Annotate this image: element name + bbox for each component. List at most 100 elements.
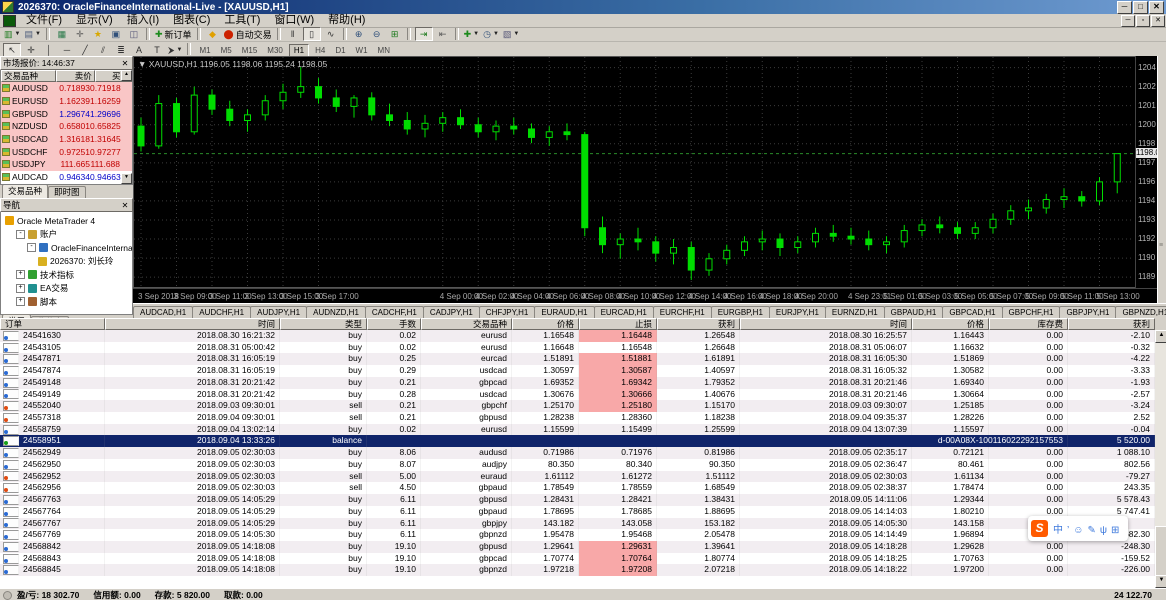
time-axis[interactable]: 3 Sep 2018 3 Sep 09:00 3 Sep 11:00 3 Sep 13… [133, 288, 1157, 304]
history-row[interactable]: 24567767 2018.09.05 14:05:29 buy 6.11 gbpjpy… [0, 517, 1155, 530]
history-row[interactable]: 24567769 2018.09.05 14:05:30 buy 6.11 gbpnzd… [0, 529, 1155, 541]
scroll-up-icon[interactable]: ▲ [121, 70, 132, 81]
terminal-col-11[interactable]: 获利 [1068, 318, 1155, 330]
cursor-tool[interactable]: ↖ [3, 42, 21, 57]
autotrading-button[interactable]: ⬤ 自动交易 [223, 28, 273, 40]
auto-scroll-toggle[interactable]: ⇥ [414, 27, 433, 41]
history-row[interactable]: 24562950 2018.09.05 02:30:03 buy 8.07 audjpy… [0, 458, 1155, 471]
profiles-button[interactable]: ▤ ▼ [23, 28, 41, 40]
terminal-col-5[interactable]: 价格 [512, 318, 579, 330]
timeframe-H1[interactable]: H1 [288, 43, 310, 57]
history-row[interactable]: 24562952 2018.09.05 02:30:03 sell 5.00 eurau… [0, 470, 1155, 483]
tree-expander-icon[interactable]: + [16, 297, 25, 307]
scroll-down-icon[interactable]: ▼ [121, 173, 132, 184]
menu-文件(F)[interactable]: 文件(F) [19, 14, 69, 26]
terminal-col-6[interactable]: 止损 [579, 318, 657, 330]
line-chart-button[interactable]: ∿ [323, 28, 339, 40]
terminal-col-0[interactable]: 订单 [0, 318, 105, 330]
balance-row-selected[interactable]: 24558951 2018.09.04 13:33:26 balance d-00A0… [0, 435, 1155, 448]
history-row[interactable]: 24549149 2018.08.31 20:21:42 buy 0.28 usdcad… [0, 388, 1155, 401]
menu-窗口(W)[interactable]: 窗口(W) [267, 14, 321, 26]
history-row[interactable]: 24547871 2018.08.31 16:05:19 buy 0.25 eurcad… [0, 353, 1155, 366]
market-watch-row-GBPUSD[interactable]: GBPUSD 1.29674 1.29696 [1, 107, 132, 121]
sogou-ime-toolbar[interactable]: S 中 ’ ☺ ✎ ψ ⊞ [1028, 516, 1128, 541]
history-row[interactable]: 24549148 2018.08.31 20:21:42 buy 0.21 gbpcad… [0, 376, 1155, 389]
chart-area[interactable]: ▼ XAUUSD,H1 1196.05 1198.06 1195.24 1198… [133, 56, 1135, 288]
market-watch-row-USDJPY[interactable]: USDJPY 111.665 111.688 [1, 158, 132, 171]
new-chart-button[interactable]: ▥ ▼ [3, 28, 21, 40]
sogou-icon-1[interactable]: ’ [1067, 525, 1069, 536]
nav-item[interactable]: + 技术指标 [1, 268, 132, 282]
terminal-scrollbar[interactable]: ▲ ▼ [1155, 330, 1166, 588]
sogou-icon-5[interactable]: ⊞ [1111, 525, 1119, 536]
timeframe-W1[interactable]: W1 [352, 45, 372, 56]
maximize-button[interactable]: □ [1133, 0, 1148, 14]
bars-chart-button[interactable]: ‖ [285, 28, 301, 40]
close-button[interactable]: ✕ [1149, 0, 1164, 14]
nav-item[interactable]: + EA交易 [1, 282, 132, 296]
vertical-line-tool[interactable]: │ [41, 44, 57, 56]
mdi-minimize-button[interactable]: ─ [1121, 14, 1135, 27]
menu-显示(V)[interactable]: 显示(V) [69, 14, 120, 26]
nav-item[interactable]: + 脚本 [1, 295, 132, 309]
sogou-logo-icon[interactable]: S [1031, 520, 1048, 537]
timeframe-M30[interactable]: M30 [263, 45, 287, 56]
history-row[interactable]: 24567763 2018.09.05 14:05:29 buy 6.11 gbpusd… [0, 494, 1155, 506]
history-row[interactable]: 24558759 2018.09.04 13:02:14 buy 0.02 eurusd… [0, 423, 1155, 436]
menu-帮助(H)[interactable]: 帮助(H) [321, 14, 372, 26]
sogou-icon-0[interactable]: 中 [1053, 525, 1063, 536]
templates-button[interactable]: ▧ ▼ [502, 28, 520, 40]
tile-windows-button[interactable]: ⊞ [387, 28, 403, 40]
menu-工具(T)[interactable]: 工具(T) [217, 14, 267, 26]
market-watch-scrollbar[interactable]: ▲ ▼ [121, 70, 132, 184]
strategy-tester-toggle[interactable]: ◫ [126, 28, 142, 40]
market-watch-row-EURUSD[interactable]: EURUSD 1.16239 1.16259 [1, 94, 132, 108]
timeframe-MN[interactable]: MN [374, 45, 394, 56]
zoom-out-button[interactable]: ⊖ [369, 28, 385, 40]
mql5-icon[interactable]: ◆ [205, 28, 221, 40]
terminal-col-7[interactable]: 获利 [657, 318, 740, 330]
terminal-col-4[interactable]: 交易品种 [421, 318, 512, 330]
sogou-icon-2[interactable]: ☺ [1073, 525, 1083, 536]
tree-expander-icon[interactable]: + [16, 270, 25, 280]
tab-symbols[interactable]: 交易品种 [2, 184, 49, 198]
market-watch-row-AUDCAD[interactable]: AUDCAD 0.94634 0.94663 [1, 170, 132, 184]
minimize-button[interactable]: ─ [1117, 0, 1132, 14]
navigator-toggle[interactable]: ★ [90, 28, 106, 40]
scroll-down-icon[interactable]: ▼ [1155, 575, 1166, 588]
nav-item[interactable]: Oracle MetaTrader 4 [1, 214, 132, 228]
timeframe-M1[interactable]: M1 [195, 45, 214, 56]
scroll-up-icon[interactable]: ▲ [1155, 330, 1166, 343]
chart-shift-toggle[interactable]: ⇤ [435, 28, 451, 40]
terminal-col-10[interactable]: 库存费 [989, 318, 1068, 330]
crosshair-tool[interactable]: ✛ [23, 44, 39, 56]
terminal-col-3[interactable]: 手数 [367, 318, 421, 330]
mdi-restore-button[interactable]: ▫ [1136, 14, 1150, 27]
timeframe-H4[interactable]: H4 [311, 45, 329, 56]
periods-button[interactable]: ◷ ▼ [482, 28, 500, 40]
candlestick-chart[interactable] [134, 57, 1134, 287]
history-row[interactable]: 24541630 2018.08.30 16:21:32 buy 0.02 eurusd… [0, 330, 1155, 342]
nav-item[interactable]: - 账户 [1, 228, 132, 242]
price-axis[interactable]: 1204 1202 1201 1200 1198 1197 1196 1194 1193 1192… [1135, 56, 1158, 288]
nav-item[interactable]: -OracleFinanceInternationa [1, 241, 132, 255]
terminal-col-2[interactable]: 类型 [280, 318, 367, 330]
mdi-close-button[interactable]: ✕ [1151, 14, 1165, 27]
sogou-icon-4[interactable]: ψ [1100, 525, 1107, 536]
market-watch-close-icon[interactable]: ✕ [120, 59, 130, 68]
terminal-col-1[interactable]: 时间 [105, 318, 280, 330]
channel-tool[interactable]: ⫽ [95, 44, 111, 56]
history-row[interactable]: 24552040 2018.09.03 09:30:01 sell 0.21 gbpch… [0, 400, 1155, 413]
label-tool[interactable]: T [149, 44, 165, 56]
history-row[interactable]: 24568843 2018.09.05 14:18:08 buy 19.10 gbpca… [0, 552, 1155, 565]
terminal-col-9[interactable]: 价格 [912, 318, 989, 330]
market-watch-row-USDCAD[interactable]: USDCAD 1.31618 1.31645 [1, 132, 132, 146]
market-watch-row-NZDUSD[interactable]: NZDUSD 0.65801 0.65825 [1, 120, 132, 133]
data-window-toggle[interactable]: ✛ [72, 28, 88, 40]
menu-插入(I)[interactable]: 插入(I) [120, 14, 166, 26]
tree-expander-icon[interactable]: - [27, 243, 36, 253]
timeframe-M5[interactable]: M5 [217, 45, 236, 56]
history-row[interactable]: 24567764 2018.09.05 14:05:29 buy 6.11 gbpaud… [0, 505, 1155, 518]
nav-item[interactable]: 2026370: 刘长玲 [1, 255, 132, 269]
market-watch-row-AUDUSD[interactable]: AUDUSD 0.71893 0.71918 [1, 82, 132, 95]
